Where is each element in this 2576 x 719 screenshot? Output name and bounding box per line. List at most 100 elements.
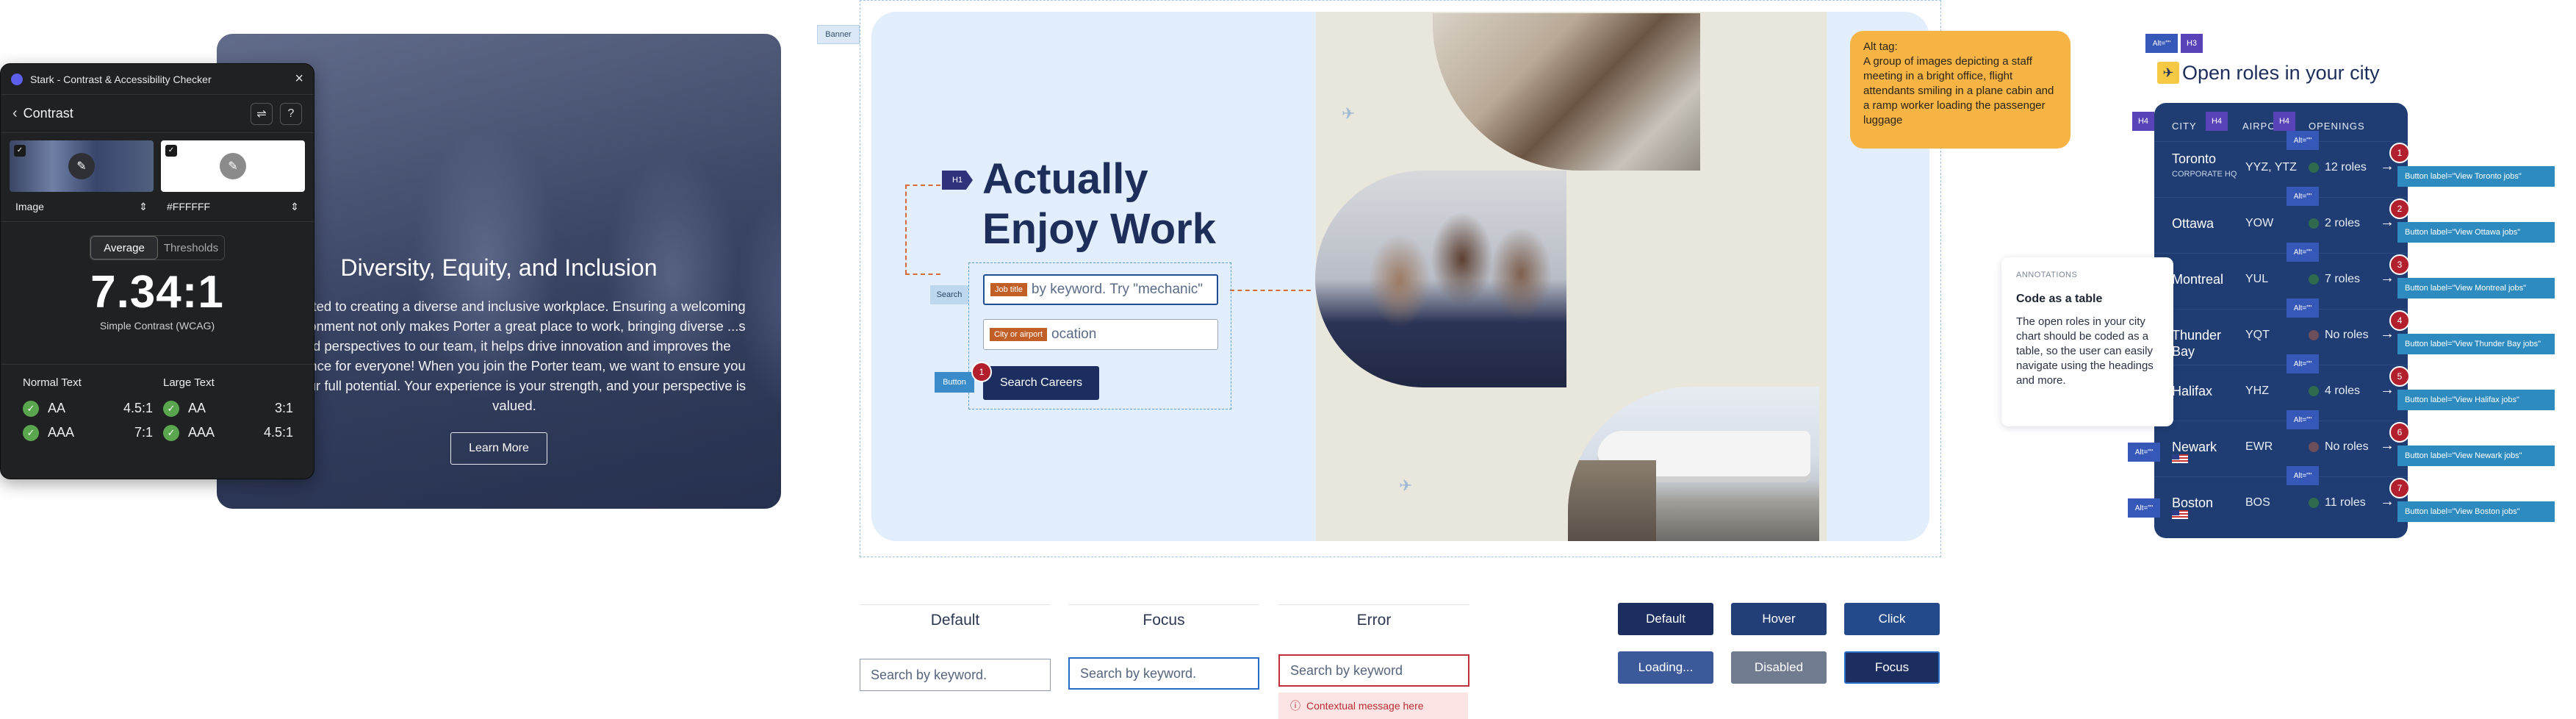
alt-annotation-tag: Alt=""	[2128, 443, 2160, 462]
tab-average[interactable]: Average	[90, 236, 158, 260]
button-state-focus[interactable]: Focus	[1844, 651, 1940, 684]
row-airport-code: YUL	[2245, 273, 2269, 285]
back-chevron-icon[interactable]: ‹	[12, 105, 18, 122]
checkbox-icon[interactable]: ✓	[14, 145, 26, 157]
alt-annotation-tag: Alt=""	[2287, 354, 2319, 373]
button-label-tag: Button label="View Newark jobs"	[2397, 446, 2555, 466]
divider	[860, 604, 1051, 605]
row-openings: 7 roles	[2309, 273, 2360, 286]
step-badge: 6	[2389, 422, 2410, 443]
ramp-worker-shape	[1568, 460, 1656, 541]
stark-section-title: Contrast	[23, 106, 73, 121]
search-field-error[interactable]: Search by keyword	[1278, 654, 1469, 687]
table-row[interactable]: Montreal YUL 7 roles →	[2154, 253, 2408, 309]
divider	[1278, 604, 1469, 605]
checkbox-icon[interactable]: ✓	[165, 145, 177, 157]
search-annotation-tag: Search	[930, 285, 968, 304]
openings-count: No roles	[2325, 440, 2369, 453]
step-badge: 3	[2389, 254, 2410, 275]
row-openings: 2 roles	[2309, 217, 2360, 230]
button-state-disabled: Disabled	[1731, 651, 1827, 684]
col-header-openings: OPENINGS	[2309, 121, 2365, 132]
row-openings: 12 roles	[2309, 161, 2367, 174]
alt-annotation-tag: Alt=""	[2287, 187, 2319, 206]
hero-heading: Actually Enjoy Work	[982, 155, 1216, 253]
h4-annotation-tag: H4	[2132, 112, 2154, 131]
foreground-swatch[interactable]: ✓ ✎	[10, 140, 154, 192]
alt-annotation-tag: Alt=""	[2145, 34, 2178, 53]
error-message-text: Contextual message here	[1306, 700, 1424, 712]
step-badge: 2	[2389, 198, 2410, 219]
button-label-tag: Button label="View Boston jobs"	[2397, 501, 2555, 522]
row-airport-code: EWR	[2245, 440, 2273, 453]
stark-logo-icon	[11, 73, 23, 85]
step-badge: 7	[2389, 478, 2410, 498]
tab-thresholds[interactable]: Thresholds	[158, 236, 224, 260]
row-city: Thunder Bay	[2172, 328, 2222, 359]
leaf-icon	[2309, 274, 2319, 285]
table-row[interactable]: Thunder Bay YQT No roles →	[2154, 309, 2408, 365]
city-airport-tag: City or airport	[990, 328, 1048, 341]
row-airport-code: YQT	[2245, 329, 2270, 341]
background-swatch[interactable]: ✓ ✎	[161, 140, 305, 192]
empty-icon	[2309, 330, 2319, 340]
table-row[interactable]: Halifax YHZ 4 roles →	[2154, 365, 2408, 421]
updown-icon: ⇕	[139, 200, 148, 212]
search-careers-button[interactable]: Search Careers	[983, 366, 1099, 400]
plane-icon: ✈	[1342, 104, 1356, 123]
stark-contrast-panel: Stark - Contrast & Accessibility Checker…	[0, 63, 314, 479]
check-circle-icon: ✓	[23, 424, 39, 441]
search-connector	[905, 273, 940, 275]
plane-icon: ✈	[1399, 476, 1413, 495]
keyword-input[interactable]: Job title by keyword. Try "mechanic"	[983, 274, 1218, 305]
button-label-tag: Button label="View Toronto jobs"	[2397, 166, 2555, 187]
row-openings: No roles	[2309, 440, 2369, 454]
button-label-tag: Button label="View Thunder Bay jobs"	[2397, 334, 2555, 354]
table-row[interactable]: Newark EWR No roles →	[2154, 421, 2408, 476]
row-city: Boston	[2172, 496, 2214, 510]
alt-tag-note: Alt tag: A group of images depicting a s…	[1850, 31, 2070, 149]
table-row[interactable]: Ottawa YOW 2 roles →	[2154, 197, 2408, 253]
alt-annotation-tag: Alt=""	[2287, 466, 2319, 485]
openings-count: 4 roles	[2325, 384, 2361, 397]
search-field-focus[interactable]: Search by keyword.	[1068, 657, 1259, 690]
job-title-tag: Job title	[990, 283, 1027, 296]
settings-sliders-icon[interactable]: ⇌	[251, 102, 273, 125]
col-header-city: CITY	[2172, 121, 2197, 132]
state-label-error: Error	[1356, 612, 1392, 629]
button-state-hover[interactable]: Hover	[1731, 603, 1827, 635]
openings-count: 11 roles	[2325, 496, 2366, 509]
row-city: Newark	[2172, 440, 2217, 454]
alt-note-title: Alt tag:	[1863, 40, 1898, 53]
check-circle-icon: ✓	[163, 400, 179, 417]
level-label: AAA	[188, 425, 215, 440]
search-field-default[interactable]: Search by keyword.	[860, 659, 1051, 691]
button-state-loading[interactable]: Loading...	[1618, 651, 1713, 684]
foreground-select[interactable]: Image ⇕	[10, 196, 154, 217]
table-row[interactable]: Toronto CORPORATE HQ YYZ, YTZ 12 roles →	[2154, 141, 2408, 197]
step-badge: 4	[2389, 310, 2410, 331]
error-message: ⓘ Contextual message here	[1278, 693, 1468, 719]
close-icon[interactable]: ×	[295, 71, 303, 87]
table-row[interactable]: Boston BOS 11 roles →	[2154, 476, 2408, 532]
normal-text-results: Normal Text ✓ AA 4.5:1 ✓ AAA 7:1	[23, 376, 163, 445]
button-state-default[interactable]: Default	[1618, 603, 1713, 635]
eyedropper-icon[interactable]: ✎	[68, 153, 95, 179]
location-input[interactable]: City or airport ocation	[983, 319, 1218, 350]
eyedropper-icon[interactable]: ✎	[220, 153, 246, 179]
row-city: Toronto	[2172, 151, 2217, 166]
large-text-results: Large Text ✓ AA 3:1 ✓ AAA 4.5:1	[163, 376, 303, 445]
background-select[interactable]: #FFFFFF ⇕	[161, 196, 305, 217]
plane-icon: ✈	[2157, 62, 2179, 84]
row-airport-code: YOW	[2245, 217, 2274, 229]
alt-note-body: A group of images depicting a staff meet…	[1863, 55, 2054, 126]
row-city: Ottawa	[2172, 216, 2215, 231]
us-flag-icon	[2172, 454, 2188, 463]
button-state-click[interactable]: Click	[1844, 603, 1940, 635]
learn-more-button[interactable]: Learn More	[450, 432, 547, 465]
annotation-kicker: ANNOTATIONS	[2016, 271, 2078, 279]
stark-header: ‹ Contrast ⇌ ?	[1, 95, 314, 133]
help-icon[interactable]: ?	[280, 102, 302, 125]
empty-icon	[2309, 442, 2319, 452]
row-airport-code: YHZ	[2245, 384, 2269, 397]
